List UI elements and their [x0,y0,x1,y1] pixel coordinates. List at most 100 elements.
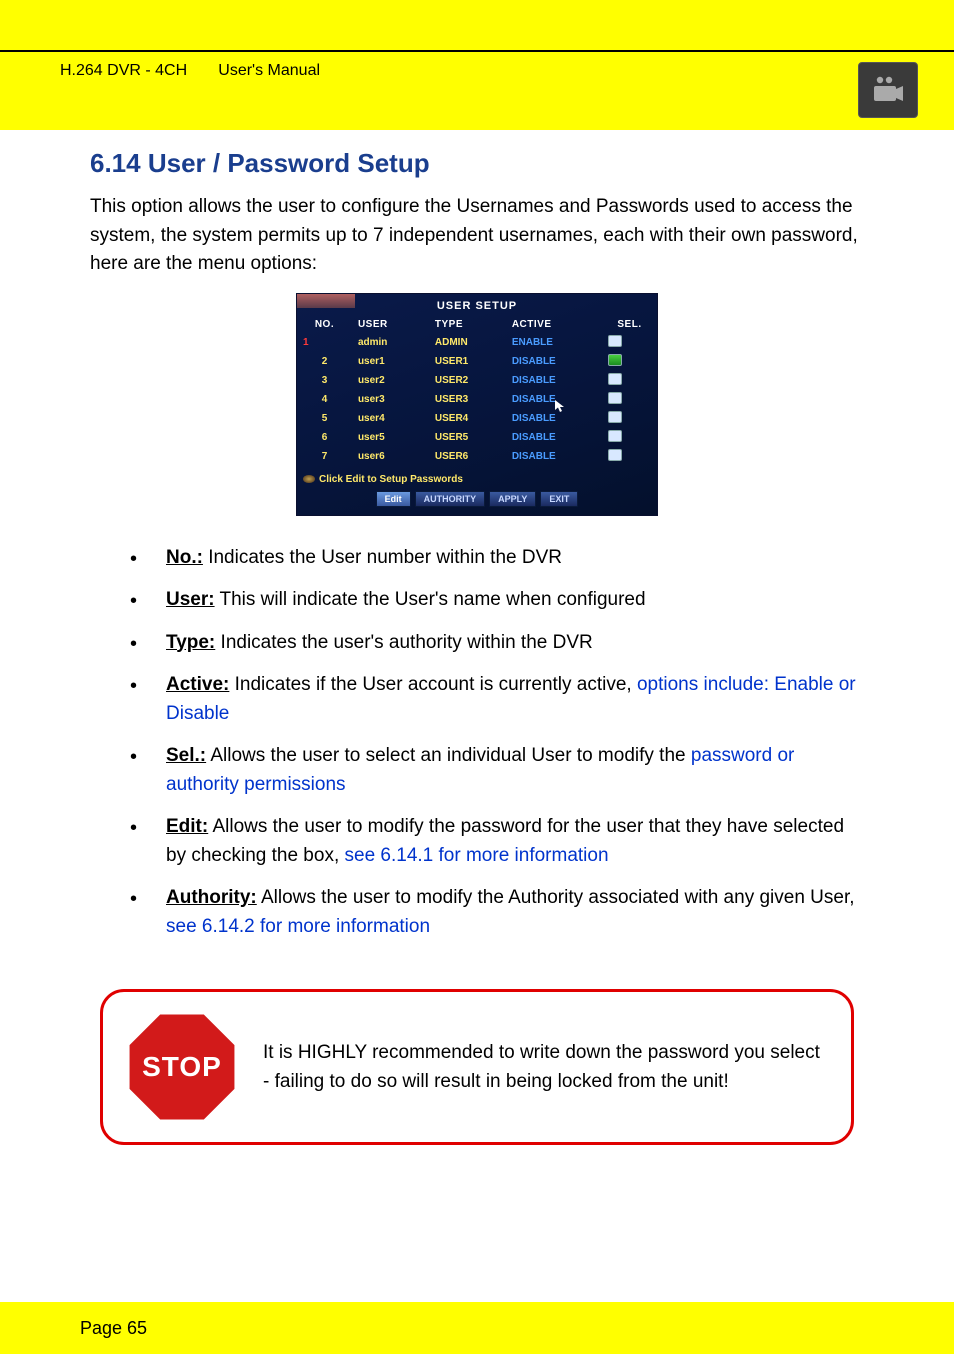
edit-button[interactable]: Edit [376,491,411,507]
col-no: NO. [297,316,352,333]
cell-type: USER1 [429,352,506,371]
checkbox-icon[interactable] [608,373,622,385]
definition-body: Allows the user to modify the Authority … [257,887,855,908]
authority-button[interactable]: AUTHORITY [415,491,486,507]
cell-user: user5 [352,428,429,447]
checkbox-icon[interactable] [608,411,622,423]
table-row: 3user2USER2DISABLE [297,371,657,390]
cell-no: 6 [297,428,352,447]
cell-no: 1 [297,333,352,352]
dvr-hint: Click Edit to Setup Passwords [297,466,657,491]
cell-sel[interactable] [602,409,657,428]
table-row: 6user5USER5DISABLE [297,428,657,447]
dvr-user-table: NO. USER TYPE ACTIVE SEL. 1adminADMINENA… [297,316,657,466]
cell-no: 3 [297,371,352,390]
col-type: TYPE [429,316,506,333]
cell-type: USER4 [429,409,506,428]
checkbox-icon[interactable] [608,449,622,461]
table-row: 7user6USER6DISABLE [297,447,657,466]
cell-type: ADMIN [429,333,506,352]
dvr-screenshot: USER SETUP NO. USER TYPE ACTIVE SEL. 1ad… [296,293,658,516]
cell-sel[interactable] [602,428,657,447]
section-title: User / Password Setup [148,148,430,178]
definition-term: User: [166,589,215,610]
list-item: Edit: Allows the user to modify the pass… [130,813,864,884]
cell-active: DISABLE [506,428,602,447]
definition-body-highlight: see 6.14.1 for more information [345,845,609,866]
definition-term: Edit: [166,816,208,837]
list-item: Type: Indicates the user's authority wit… [130,629,864,672]
cell-type: USER2 [429,371,506,390]
checkbox-icon[interactable] [608,335,622,347]
cell-no: 5 [297,409,352,428]
checkbox-icon[interactable] [608,392,622,404]
cell-type: USER5 [429,428,506,447]
cell-user: user2 [352,371,429,390]
page-number: Page 65 [80,1318,147,1339]
checkbox-icon[interactable] [608,354,622,366]
table-row: 4user3USER3DISABLE [297,390,657,409]
definition-term: Type: [166,632,215,653]
section-heading: 6.14 User / Password Setup [90,148,864,179]
definition-body: This will indicate the User's name when … [215,589,646,610]
definitions-list: No.: Indicates the User number within th… [90,544,864,956]
col-sel: SEL. [602,316,657,333]
stop-sign-icon: STOP [125,1010,239,1124]
cell-sel[interactable] [602,371,657,390]
header-divider [0,50,954,52]
list-item: User: This will indicate the User's name… [130,586,864,629]
table-row: 1adminADMINENABLE [297,333,657,352]
cell-sel[interactable] [602,333,657,352]
definition-body: Indicates if the User account is current… [229,674,637,695]
cell-user: user3 [352,390,429,409]
section-lead: This option allows the user to configure… [90,193,864,279]
apply-button[interactable]: APPLY [489,491,536,507]
exit-button[interactable]: EXIT [540,491,578,507]
cell-no: 7 [297,447,352,466]
cell-active: ENABLE [506,333,602,352]
col-active: ACTIVE [506,316,602,333]
table-row: 5user4USER4DISABLE [297,409,657,428]
checkbox-icon[interactable] [608,430,622,442]
header-bar: H.264 DVR - 4CH User's Manual [0,0,954,130]
stop-message: It is HIGHLY recommended to write down t… [263,1038,831,1097]
cell-type: USER3 [429,390,506,409]
cell-sel[interactable] [602,447,657,466]
stop-callout: STOP It is HIGHLY recommended to write d… [100,989,854,1145]
cell-user: user6 [352,447,429,466]
definition-body: Indicates the User number within the DVR [203,547,562,568]
list-item: Sel.: Allows the user to select an indiv… [130,742,864,813]
definition-body: Indicates the user's authority within th… [215,632,592,653]
dvr-corner-tab [297,294,355,308]
definition-term: Sel.: [166,745,206,766]
cursor-icon [555,400,565,412]
definition-term: Authority: [166,887,257,908]
cell-user: user4 [352,409,429,428]
col-user: USER [352,316,429,333]
cell-no: 2 [297,352,352,371]
cell-active: DISABLE [506,447,602,466]
table-row: 2user1USER1DISABLE [297,352,657,371]
cell-active: DISABLE [506,409,602,428]
definition-body-highlight: see 6.14.2 for more information [166,916,430,937]
footer-bar: Page 65 [0,1302,954,1354]
section-number: 6.14 [90,148,141,178]
cell-user: admin [352,333,429,352]
stop-sign-text: STOP [142,1051,222,1083]
list-item: Active: Indicates if the User account is… [130,671,864,742]
camera-icon [858,62,918,118]
cell-sel[interactable] [602,390,657,409]
cell-no: 4 [297,390,352,409]
cell-user: user1 [352,352,429,371]
manual-meta: H.264 DVR - 4CH User's Manual [60,62,320,80]
cell-active: DISABLE [506,352,602,371]
definition-term: Active: [166,674,229,695]
cell-sel[interactable] [602,352,657,371]
cell-active: DISABLE [506,371,602,390]
definition-body: Allows the user to select an individual … [206,745,691,766]
list-item: No.: Indicates the User number within th… [130,544,864,587]
cell-active: DISABLE [506,390,602,409]
definition-term: No.: [166,547,203,568]
cell-type: USER6 [429,447,506,466]
list-item: Authority: Allows the user to modify the… [130,884,864,955]
